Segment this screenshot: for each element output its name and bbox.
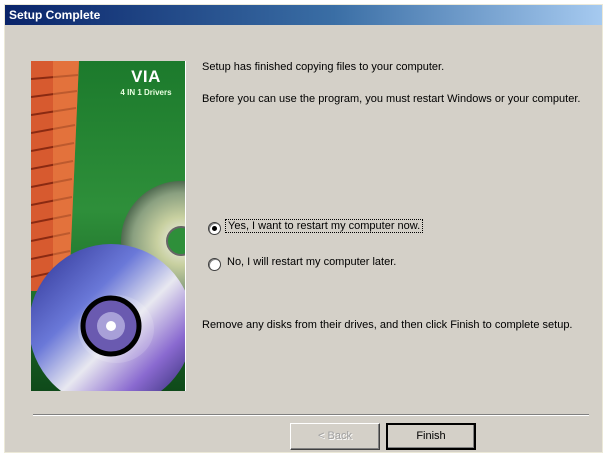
via-driver-banner: VIA 4 IN 1 Drivers	[31, 61, 186, 391]
restart-required-message: Before you can use the program, you must…	[202, 93, 581, 105]
banner-artwork	[31, 61, 185, 391]
brand-name: VIA	[131, 67, 161, 86]
radio-button-unchecked[interactable]	[208, 258, 221, 271]
finished-copying-message: Setup has finished copying files to your…	[202, 61, 445, 73]
radio-button-checked[interactable]	[208, 222, 221, 235]
title-bar[interactable]: Setup Complete	[5, 5, 602, 25]
brand-subtitle: 4 IN 1 Drivers	[120, 88, 172, 97]
brand-logo: VIA 4 IN 1 Drivers	[109, 67, 183, 97]
restart-later-option[interactable]: No, I will restart my computer later.	[202, 255, 502, 273]
back-button[interactable]: < Back	[290, 423, 380, 450]
radio-dot	[212, 226, 217, 231]
restart-now-label[interactable]: Yes, I want to restart my computer now.	[225, 219, 424, 233]
window-title: Setup Complete	[9, 8, 101, 22]
restart-later-label[interactable]: No, I will restart my computer later.	[225, 256, 398, 268]
button-separator	[33, 414, 589, 416]
remove-disks-message: Remove any disks from their drives, and …	[202, 319, 573, 331]
restart-now-option[interactable]: Yes, I want to restart my computer now.	[202, 219, 502, 237]
setup-complete-dialog: Setup Complete VIA 4 IN 1 Drivers Setup …	[4, 4, 603, 453]
finish-button[interactable]: Finish	[386, 423, 476, 450]
